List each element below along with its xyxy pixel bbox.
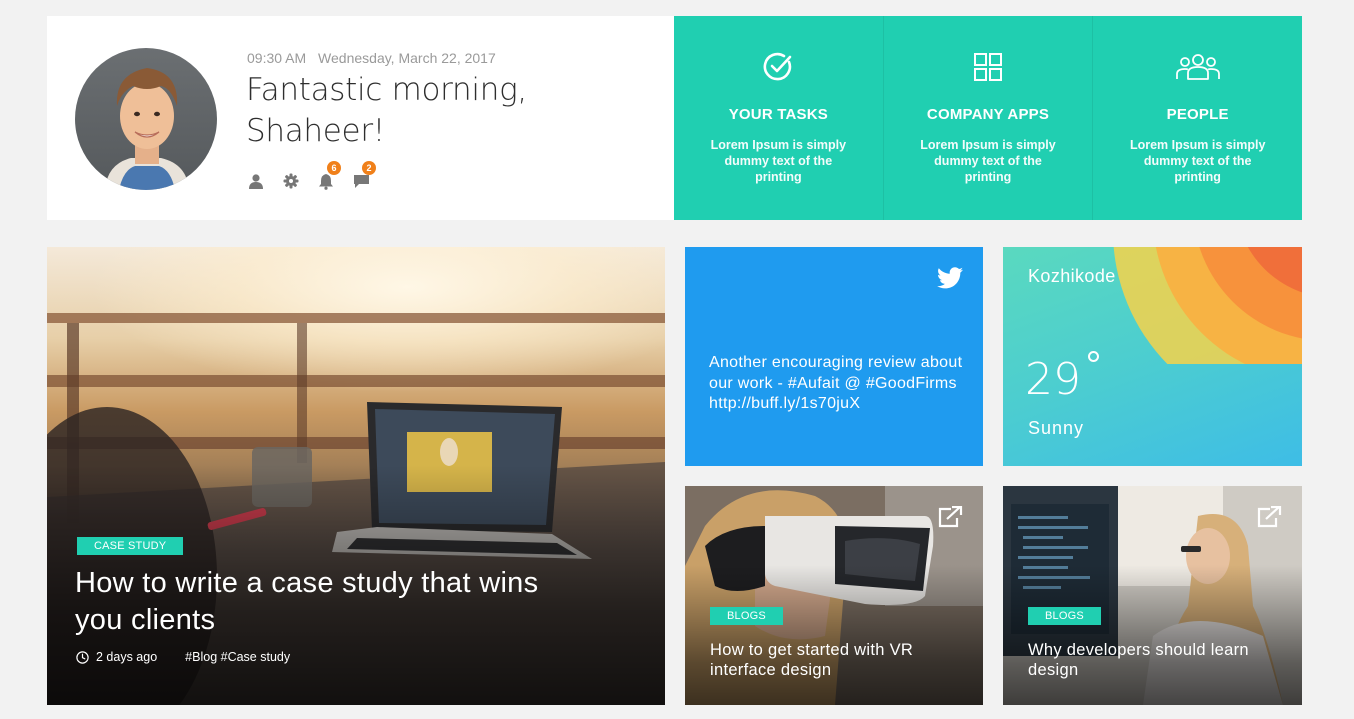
- weather-city: Kozhikode: [1028, 266, 1116, 286]
- category-tag[interactable]: BLOGS: [1028, 607, 1101, 625]
- notifications-bell-icon[interactable]: 6: [318, 161, 353, 192]
- quick-link-title: COMPANY APPS: [926, 106, 1050, 123]
- messages-icon[interactable]: 2: [353, 161, 388, 192]
- quick-link-title: YOUR TASKS: [728, 106, 828, 123]
- article-time-ago: 2 days ago: [96, 650, 158, 664]
- degree-symbol: [1088, 351, 1099, 362]
- twitter-card[interactable]: Another encouraging review about our wor…: [685, 247, 983, 466]
- image-shade: [1003, 565, 1302, 705]
- weather-card: Kozhikode 29 Sunny: [1003, 247, 1302, 466]
- article-title[interactable]: How to write a case study that wins you …: [75, 565, 555, 639]
- quick-link-desc: Lorem Ipsum is simply dummy text of the …: [920, 138, 1056, 184]
- greeting-line-2: Shaheer!: [246, 113, 385, 149]
- dashboard: 09:30 AM Wednesday, March 22, 2017 Fanta…: [0, 0, 1354, 719]
- quick-link-your-tasks[interactable]: YOUR TASKS Lorem Ipsum is simply dummy t…: [674, 16, 884, 220]
- people-icon: [1175, 52, 1221, 85]
- avatar[interactable]: [75, 48, 217, 190]
- external-link-icon[interactable]: [937, 506, 963, 528]
- quick-link-people[interactable]: PEOPLE Lorem Ipsum is simply dummy text …: [1093, 16, 1302, 220]
- clock-icon: [76, 650, 89, 664]
- date-time: 09:30 AM Wednesday, March 22, 2017: [247, 50, 496, 66]
- twitter-icon[interactable]: [937, 267, 963, 289]
- grid-apps-icon: [973, 52, 1003, 87]
- tweet-text[interactable]: Another encouraging review about our wor…: [709, 353, 969, 415]
- blog-card-developers[interactable]: BLOGS Why developers should learn design: [1003, 486, 1302, 705]
- greeting-line-1: Fantastic morning,: [246, 72, 527, 108]
- profile-actions: 6 2: [248, 161, 388, 192]
- weather-condition: Sunny: [1028, 418, 1085, 438]
- user-icon[interactable]: [248, 170, 283, 192]
- blog-title[interactable]: Why developers should learn design: [1028, 640, 1278, 680]
- quick-link-desc: Lorem Ipsum is simply dummy text of the …: [1129, 138, 1266, 184]
- blog-card-vr[interactable]: BLOGS How to get started with VR interfa…: [685, 486, 983, 705]
- category-tag[interactable]: CASE STUDY: [77, 537, 184, 555]
- gear-icon[interactable]: [283, 170, 318, 192]
- check-circle-icon: [763, 52, 793, 87]
- messages-badge: 2: [362, 161, 376, 175]
- weather-temperature: 29: [1025, 354, 1081, 405]
- quick-link-desc: Lorem Ipsum is simply dummy text of the …: [710, 138, 847, 184]
- featured-article-card[interactable]: CASE STUDY How to write a case study tha…: [47, 247, 665, 705]
- category-tag[interactable]: BLOGS: [710, 607, 783, 625]
- time-label: 09:30 AM: [247, 50, 307, 66]
- external-link-icon[interactable]: [1256, 506, 1282, 528]
- article-meta: 2 days ago #Blog #Case study: [76, 650, 290, 664]
- date-label: Wednesday, March 22, 2017: [318, 50, 496, 66]
- notifications-badge: 6: [327, 161, 341, 175]
- profile-card: 09:30 AM Wednesday, March 22, 2017 Fanta…: [47, 16, 674, 220]
- quick-links-panel: YOUR TASKS Lorem Ipsum is simply dummy t…: [674, 16, 1302, 220]
- image-shade: [685, 565, 983, 705]
- quick-link-company-apps[interactable]: COMPANY APPS Lorem Ipsum is simply dummy…: [884, 16, 1094, 220]
- greeting-heading: Fantastic morning, Shaheer!: [246, 70, 606, 152]
- article-hashtags[interactable]: #Blog #Case study: [185, 650, 290, 664]
- quick-link-title: PEOPLE: [1166, 106, 1229, 123]
- blog-title[interactable]: How to get started with VR interface des…: [710, 640, 960, 680]
- sun-graphic: [1113, 247, 1302, 364]
